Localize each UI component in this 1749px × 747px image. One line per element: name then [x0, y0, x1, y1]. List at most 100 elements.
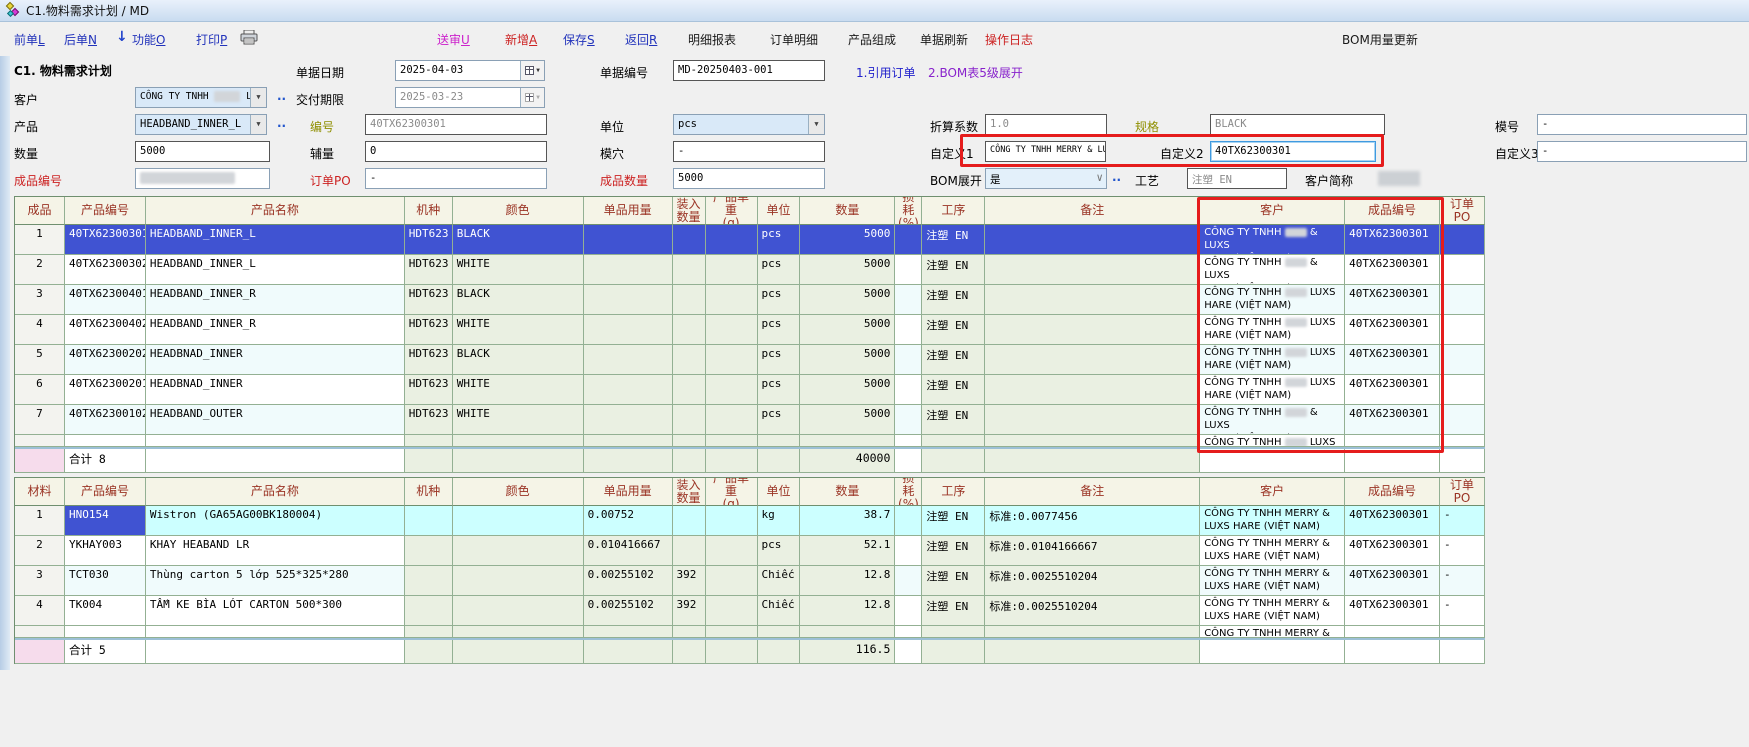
cell-machine[interactable] — [405, 596, 453, 626]
aux-qty-field[interactable]: 0 — [365, 141, 547, 162]
dropdown-arrow-icon[interactable]: ▼ — [250, 88, 266, 107]
cell-no[interactable]: 5 — [15, 345, 65, 375]
cell-customer[interactable]: CÔNG TY TNHH MERRY & LUXS HARE (VIỆT NAM… — [1200, 566, 1345, 596]
cell-qty[interactable]: 12.8 — [800, 596, 895, 626]
cell-pack_qty[interactable] — [673, 225, 706, 255]
bom5-expand-link[interactable]: 2.BOM表5级展开 — [928, 64, 1023, 81]
cell-process[interactable]: 注塑 EN — [922, 225, 985, 255]
cell-pack_qty[interactable] — [673, 506, 706, 536]
cell-color[interactable] — [453, 506, 584, 536]
cell-loss[interactable] — [895, 315, 922, 345]
table-row[interactable]: 540TX62300202HEADBNAD_INNERHDT623BLACKpc… — [15, 345, 1485, 375]
cell-qty[interactable]: 5000 — [800, 255, 895, 285]
cell-qty[interactable] — [800, 435, 895, 447]
cell-pack_qty[interactable] — [673, 375, 706, 405]
cell-product_code[interactable]: 40TX62300301 — [1345, 566, 1440, 596]
cell-process[interactable]: 注塑 EN — [922, 315, 985, 345]
cell-code[interactable]: TCT030 — [65, 566, 146, 596]
cell-loss[interactable] — [895, 566, 922, 596]
cell-loss[interactable] — [895, 285, 922, 315]
cell-po[interactable] — [1440, 285, 1485, 315]
cell-machine[interactable] — [405, 566, 453, 596]
cell-pack_qty[interactable] — [673, 285, 706, 315]
cell-color[interactable]: WHITE — [453, 375, 584, 405]
cell-qty[interactable]: 52.1 — [800, 536, 895, 566]
qty-field[interactable]: 5000 — [135, 141, 270, 162]
cell-color[interactable] — [453, 596, 584, 626]
cell-po[interactable] — [1440, 626, 1485, 638]
cell-name[interactable] — [146, 435, 405, 447]
cell-remark[interactable] — [985, 315, 1200, 345]
cell-name[interactable]: HEADBNAD_INNER — [146, 345, 405, 375]
cell-customer[interactable]: CÔNG TY TNHH MERRY & LUXS HARE (VIỆT NAM… — [1200, 536, 1345, 566]
cell-pack_qty[interactable] — [673, 315, 706, 345]
cell-remark[interactable] — [985, 285, 1200, 315]
toolbar-button-保存[interactable]: 保存S — [563, 31, 595, 48]
table-row[interactable]: 740TX62300102HEADBAND_OUTERHDT623WHITEpc… — [15, 405, 1485, 435]
table-row-partial[interactable]: CÔNG TY TNHH MERRY & LUXS — [15, 626, 1485, 638]
cell-qty[interactable]: 12.8 — [800, 566, 895, 596]
toolbar-button-新增[interactable]: 新增A — [505, 31, 537, 48]
cell-machine[interactable] — [405, 435, 453, 447]
cell-pack_qty[interactable] — [673, 435, 706, 447]
cell-no[interactable]: 3 — [15, 566, 65, 596]
cell-process[interactable] — [922, 435, 985, 447]
cell-loss[interactable] — [895, 626, 922, 638]
spec-field[interactable]: BLACK — [1210, 114, 1385, 135]
cell-customer[interactable]: CÔNG TY TNHH LUXSHARE (VIỆT NAM) — [1200, 285, 1345, 315]
cell-color[interactable]: BLACK — [453, 345, 584, 375]
cell-po[interactable] — [1440, 375, 1485, 405]
toolbar-button-明细报表[interactable]: 明细报表 — [688, 31, 736, 48]
customer-combo[interactable]: CÔNG TY TNHH LUXS ▼ — [135, 87, 267, 108]
cell-process[interactable] — [922, 626, 985, 638]
cell-customer[interactable]: CÔNG TY TNHH MERRY & LUXS HARE (VIỆT NAM… — [1200, 596, 1345, 626]
code-field[interactable]: 40TX62300301 — [365, 114, 547, 135]
cell-color[interactable]: BLACK — [453, 285, 584, 315]
product-browse-button[interactable]: .. — [277, 116, 286, 130]
cell-remark[interactable]: 标准:0.0104166667 — [985, 536, 1200, 566]
toolbar-button-操作日志[interactable]: 操作日志 — [985, 31, 1033, 48]
cell-machine[interactable] — [405, 506, 453, 536]
cell-unit_usage[interactable] — [584, 435, 673, 447]
cell-product_code[interactable] — [1345, 626, 1440, 638]
cell-unit_usage[interactable] — [584, 255, 673, 285]
cell-code[interactable]: 40TX62300301 — [65, 225, 146, 255]
cell-qty[interactable]: 5000 — [800, 375, 895, 405]
toolbar-button-单据刷新[interactable]: 单据刷新 — [920, 31, 968, 48]
cell-qty[interactable]: 5000 — [800, 345, 895, 375]
cell-po[interactable]: - — [1440, 506, 1485, 536]
cell-po[interactable] — [1440, 435, 1485, 447]
cell-machine[interactable]: HDT623 — [405, 285, 453, 315]
cell-unit_usage[interactable] — [584, 315, 673, 345]
cell-product_code[interactable]: 40TX62300301 — [1345, 596, 1440, 626]
cavity-field[interactable]: - — [673, 141, 825, 162]
table-row-partial[interactable]: CÔNG TY TNHH LUXS — [15, 435, 1485, 447]
fg-code-field[interactable] — [135, 168, 270, 189]
cell-loss[interactable] — [895, 536, 922, 566]
cell-code[interactable]: HNO154 — [65, 506, 146, 536]
cell-no[interactable] — [15, 626, 65, 638]
cell-process[interactable]: 注塑 EN — [922, 375, 985, 405]
cell-code[interactable]: 40TX62300201 — [65, 375, 146, 405]
cell-po[interactable]: - — [1440, 536, 1485, 566]
toolbar-button-功能[interactable]: 功能O — [132, 31, 165, 48]
cell-no[interactable]: 4 — [15, 315, 65, 345]
cell-process[interactable]: 注塑 EN — [922, 285, 985, 315]
cell-no[interactable]: 2 — [15, 255, 65, 285]
cell-no[interactable]: 4 — [15, 596, 65, 626]
customer-browse-button[interactable]: .. — [277, 89, 286, 103]
cell-product_code[interactable]: 40TX62300301 — [1345, 536, 1440, 566]
table-row[interactable]: 340TX62300401HEADBAND_INNER_RHDT623BLACK… — [15, 285, 1485, 315]
cell-unit_usage[interactable] — [584, 626, 673, 638]
cell-pack_qty[interactable] — [673, 405, 706, 435]
doc-no-field[interactable]: MD-20250403-001 — [673, 60, 825, 81]
cell-code[interactable] — [65, 626, 146, 638]
cell-qty[interactable]: 5000 — [800, 225, 895, 255]
cell-pack_qty[interactable] — [673, 626, 706, 638]
cell-po[interactable] — [1440, 225, 1485, 255]
toolbar-button-BOM用量更新[interactable]: BOM用量更新 — [1342, 31, 1418, 48]
cell-color[interactable] — [453, 566, 584, 596]
printer-icon[interactable] — [240, 30, 258, 49]
cell-unit_weight[interactable] — [706, 405, 758, 435]
cell-no[interactable] — [15, 435, 65, 447]
